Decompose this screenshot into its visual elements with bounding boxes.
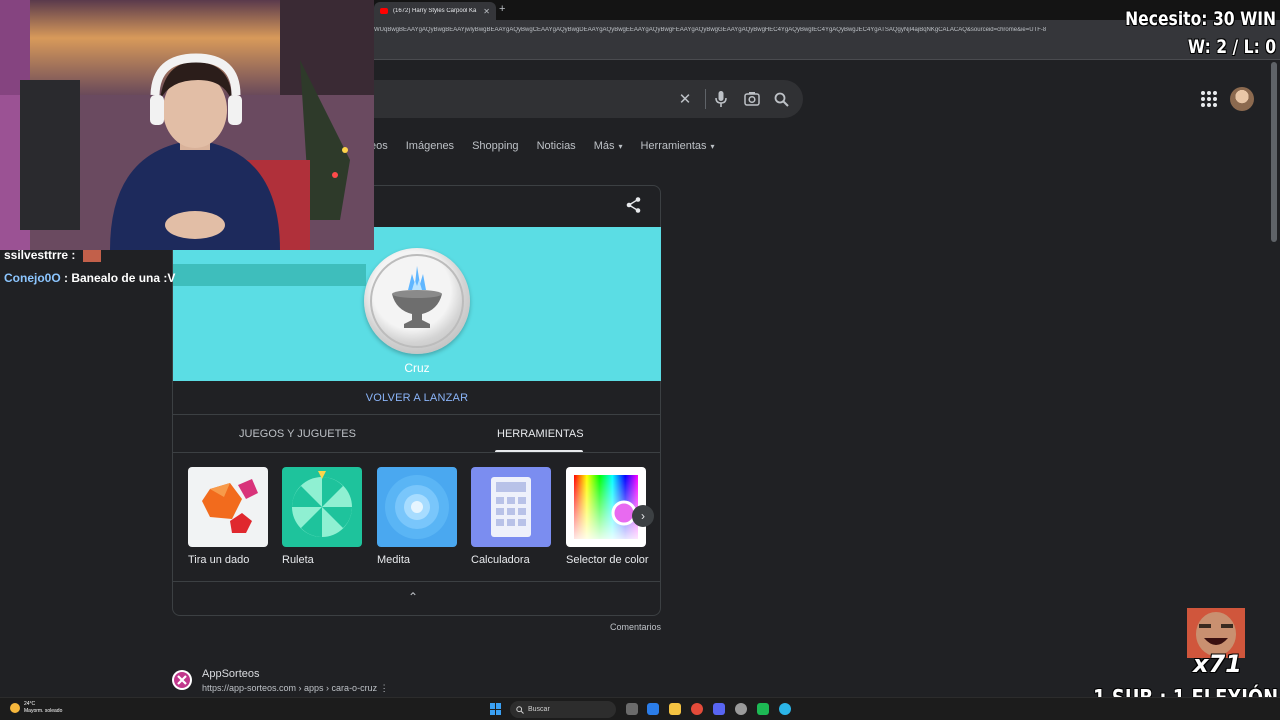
tab-more[interactable]: Más ▾ <box>594 140 623 156</box>
browser-app-icon[interactable] <box>779 703 791 715</box>
tab-tools-category[interactable]: HERRAMIENTAS <box>497 428 584 440</box>
spinner-icon <box>282 467 362 547</box>
search-icon <box>516 705 524 714</box>
carousel-next-button[interactable]: › <box>632 505 654 527</box>
microphone-icon[interactable] <box>712 90 730 108</box>
chrome-icon[interactable] <box>691 703 703 715</box>
windows-start-icon[interactable] <box>490 703 502 715</box>
chat-username: ssilvesttrre <box>4 248 69 262</box>
color-picker-icon <box>566 467 646 547</box>
tool-label: Selector de color <box>566 554 649 566</box>
temperature: 24°C <box>24 701 36 707</box>
search-divider <box>705 89 706 109</box>
win-loss-record: W: 2 / L: 0 <box>1187 36 1276 58</box>
chat-text: Banealo de una :V <box>71 271 176 285</box>
chat-separator: : <box>68 248 76 262</box>
search-nav-tabs: eos Imágenes Shopping Noticias Más ▾ Herr… <box>370 140 733 156</box>
settings-icon[interactable] <box>735 703 747 715</box>
webcam-overlay <box>0 0 374 250</box>
camera-lens-icon[interactable] <box>743 90 761 108</box>
coin-image[interactable] <box>364 248 470 354</box>
result-site-name[interactable]: AppSorteos <box>202 668 259 680</box>
tool-label: Tira un dado <box>188 554 250 566</box>
divider <box>173 452 661 453</box>
chat-username: Conejo0O <box>4 271 61 285</box>
edge-icon[interactable] <box>647 703 659 715</box>
spotify-icon[interactable] <box>757 703 769 715</box>
tool-meditate[interactable]: Medita <box>377 467 457 566</box>
search-icon[interactable] <box>772 90 790 108</box>
dice-icon <box>188 467 268 547</box>
win-goal-overlay: Necesito: 30 WIN W: 2 / L: 0 <box>1125 5 1276 61</box>
divider <box>173 414 661 415</box>
tab-title: (1672) Harry Styles Carpool Ka <box>393 8 477 14</box>
result-url[interactable]: https://app-sorteos.com › apps › cara-o-… <box>202 683 389 694</box>
emote-combo-count: x71 <box>1193 650 1242 678</box>
task-view-icon[interactable] <box>626 703 638 715</box>
result-url-text: https://app-sorteos.com › apps › cara-o-… <box>202 683 378 693</box>
stream-chat: ssilvesttrre : Conejo0O : Banealo de una… <box>0 248 372 294</box>
youtube-icon <box>380 8 388 14</box>
clear-icon[interactable]: ✕ <box>676 90 694 108</box>
weather-widget[interactable]: 24°C Mayorm. soleado <box>10 701 62 715</box>
chevron-down-icon: ▾ <box>618 142 623 151</box>
win-goal-text: Necesito: 30 WIN <box>1125 8 1276 30</box>
tool-label: Calculadora <box>471 554 530 566</box>
tab-games-toys[interactable]: JUEGOS Y JUGUETES <box>239 428 356 440</box>
tool-dice[interactable]: Tira un dado <box>188 467 268 566</box>
close-tab-icon[interactable]: ✕ <box>483 7 490 16</box>
more-options-icon[interactable]: ⋮ <box>380 683 389 693</box>
calculator-icon <box>471 467 551 547</box>
share-icon[interactable] <box>625 196 643 214</box>
chat-message: ssilvesttrre : <box>0 248 372 271</box>
new-tab-button[interactable]: + <box>499 3 505 15</box>
chat-separator: : <box>60 271 72 285</box>
google-apps-icon[interactable] <box>1201 91 1217 107</box>
file-explorer-icon[interactable] <box>669 703 681 715</box>
breathing-icon <box>377 467 457 547</box>
search-input[interactable]: ✕ <box>300 80 803 118</box>
sun-icon <box>10 703 20 713</box>
page-scrollbar[interactable] <box>1271 62 1277 242</box>
tool-color-picker[interactable]: Selector de color <box>566 467 649 566</box>
weather-condition: Mayorm. soleado <box>24 708 63 714</box>
appsorteos-logo-icon <box>172 670 192 690</box>
tool-label: Ruleta <box>282 554 314 566</box>
tab-news[interactable]: Noticias <box>537 140 576 156</box>
avatar[interactable] <box>1230 87 1254 111</box>
screen: (1672) Harry Styles Carpool Ka ✕ + WUqBw… <box>0 0 1280 720</box>
weather-text: 24°C Mayorm. soleado <box>24 701 62 715</box>
discord-icon[interactable] <box>713 703 725 715</box>
url-text[interactable]: WUqBwgBEAAYgAQyBwgBEAAYjwlyBwgBEAAYgAQyB… <box>374 27 1114 33</box>
tab-tools-label: Herramientas <box>640 140 707 152</box>
coin-result-label: Cruz <box>404 361 430 375</box>
tab-more-label: Más <box>593 140 615 152</box>
divider <box>173 581 661 582</box>
feedback-link[interactable]: Comentarios <box>600 622 661 632</box>
tool-calculator[interactable]: Calculadora <box>471 467 551 566</box>
taskbar-search[interactable]: Buscar <box>510 701 616 718</box>
chevron-down-icon: ▾ <box>710 142 715 151</box>
taskbar: 24°C Mayorm. soleado Buscar <box>0 697 1280 720</box>
browser-tab[interactable]: (1672) Harry Styles Carpool Ka ✕ <box>374 2 496 20</box>
tab-shopping[interactable]: Shopping <box>472 140 519 156</box>
chat-message: Conejo0O : Banealo de una :V <box>0 271 372 294</box>
tool-spinner[interactable]: Ruleta <box>282 467 362 566</box>
chevron-up-icon[interactable]: ⌃ <box>408 590 418 604</box>
tool-label: Medita <box>377 554 411 566</box>
tab-images[interactable]: Imágenes <box>406 140 454 156</box>
flip-again-button[interactable]: VOLVER A LANZAR <box>173 392 661 404</box>
chat-emote-icon <box>82 249 101 262</box>
taskbar-search-label: Buscar <box>528 706 550 713</box>
tab-tools[interactable]: Herramientas ▾ <box>640 140 714 156</box>
